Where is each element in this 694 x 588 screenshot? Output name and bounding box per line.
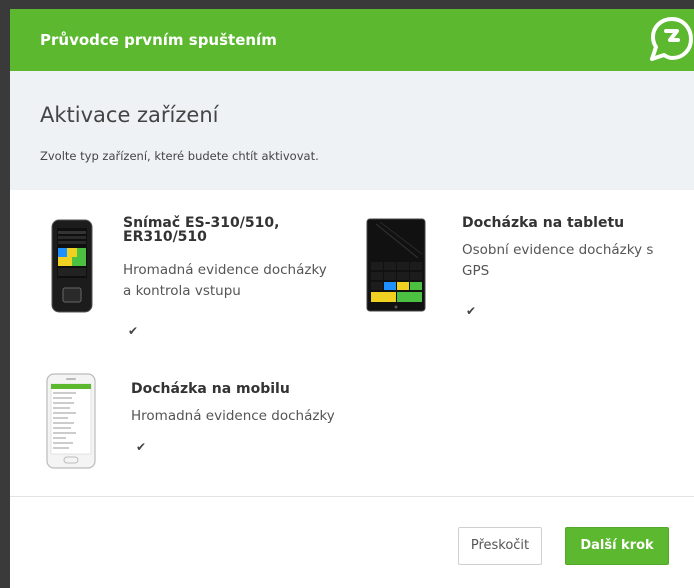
device-description: Hromadná evidence docházky: [131, 408, 335, 424]
device-option-mobile[interactable]: Docházka na mobilu Hromadná evidence doc…: [10, 364, 410, 474]
footer-divider: [10, 496, 694, 497]
mobile-device-image: [46, 373, 96, 469]
wizard-dialog: Průvodce prvním spuštením Aktivace zaříz…: [10, 9, 694, 588]
device-option-reader[interactable]: Snímač ES-310/510, ER310/510 Hromadná ev…: [10, 204, 340, 344]
device-option-tablet[interactable]: Docházka na tabletu Osobní evidence doch…: [350, 204, 694, 324]
page-title: Aktivace zařízení: [40, 103, 219, 127]
reader-device-image: [51, 219, 93, 313]
device-title: Snímač ES-310/510, ER310/510: [123, 215, 280, 245]
tablet-device-image: [366, 218, 426, 312]
wizard-header: Průvodce prvním spuštením: [10, 9, 694, 71]
device-description: Osobní evidence docházky s GPS: [462, 242, 654, 279]
device-checkbox[interactable]: ✔: [463, 303, 479, 319]
skip-button[interactable]: Přeskočit: [458, 527, 542, 565]
device-description: Hromadná evidence docházky a kontrola vs…: [123, 262, 327, 299]
page-subtitle: Zvolte typ zařízení, které budete chtít …: [40, 149, 319, 163]
device-checkbox[interactable]: ✔: [133, 439, 149, 455]
app-logo-icon: [650, 17, 693, 61]
next-step-button[interactable]: Další krok: [565, 527, 669, 565]
intro-section: Aktivace zařízení Zvolte typ zařízení, k…: [10, 71, 694, 190]
device-title: Docházka na tabletu: [462, 215, 625, 231]
wizard-title: Průvodce prvním spuštením: [40, 31, 277, 49]
device-title: Docházka na mobilu: [131, 381, 290, 397]
device-checkbox[interactable]: ✔: [125, 323, 141, 339]
